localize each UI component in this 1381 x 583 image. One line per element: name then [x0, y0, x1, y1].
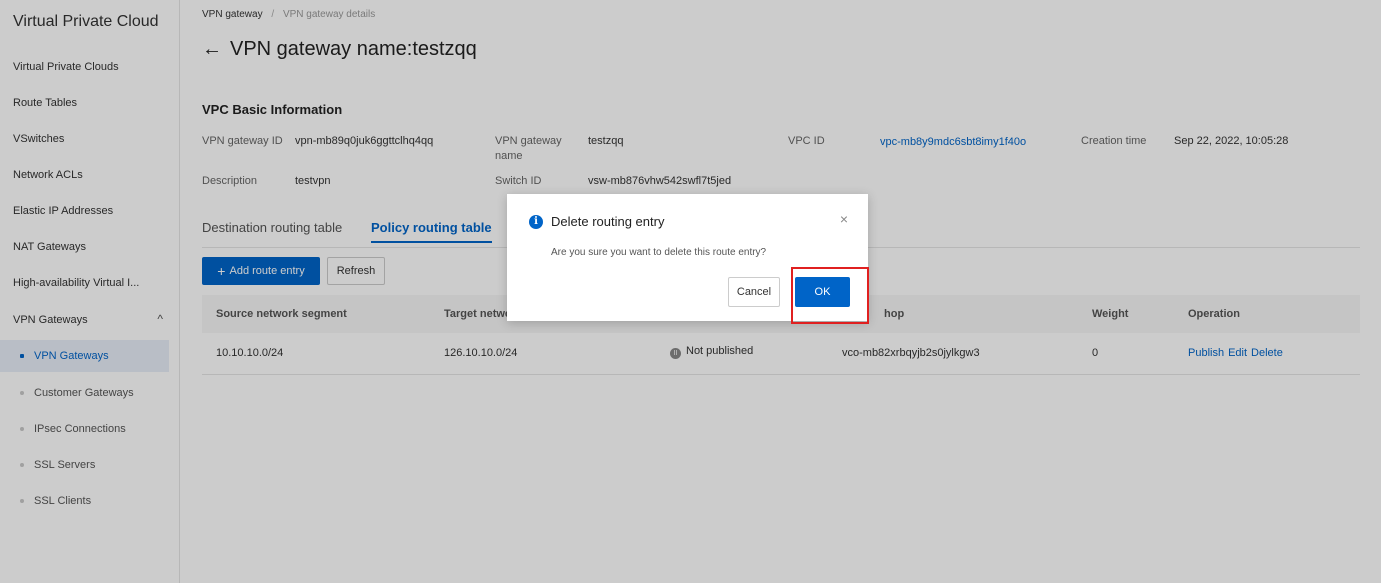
close-icon[interactable]: × [840, 211, 848, 227]
ok-button-highlight [791, 267, 869, 324]
dialog-message: Are you sure you want to delete this rou… [551, 247, 767, 258]
info-icon: i [529, 215, 543, 229]
cancel-button[interactable]: Cancel [728, 277, 780, 307]
dialog-title: Delete routing entry [551, 214, 665, 229]
